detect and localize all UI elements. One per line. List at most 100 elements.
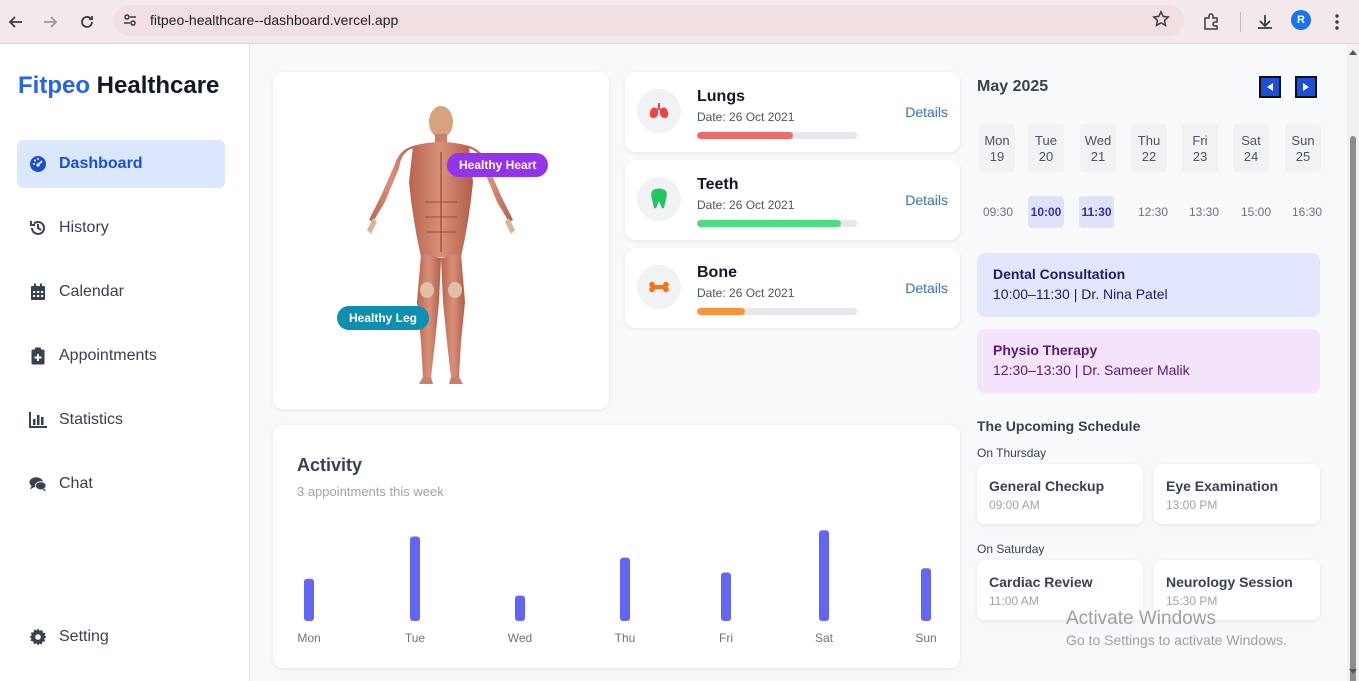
history-icon <box>29 219 47 237</box>
watermark-line2: Go to Settings to activate Windows. <box>1066 632 1287 648</box>
page-scrollbar[interactable] <box>1347 44 1359 681</box>
teeth-details-link[interactable]: Details <box>905 192 948 208</box>
upcoming-item-title: Eye Examination <box>1166 478 1279 494</box>
activity-bar-sun <box>921 568 931 621</box>
sidebar-item-history[interactable]: History <box>17 204 225 252</box>
bone-details-link[interactable]: Details <box>905 280 948 296</box>
calendar-day[interactable]: Sat 24 <box>1233 124 1269 172</box>
scroll-down-icon[interactable] <box>1347 666 1359 676</box>
address-bar[interactable]: fitpeo-healthcare--dashboard.vercel.app <box>114 5 1184 36</box>
sidebar-item-label: Statistics <box>59 411 124 428</box>
appointment-title: Physio Therapy <box>993 342 1098 358</box>
activity-card: Activity 3 appointments this week Mon Tue… <box>273 425 960 668</box>
browser-toolbar: fitpeo-healthcare--dashboard.vercel.app … <box>0 0 1359 44</box>
sidebar-item-chat[interactable]: Chat <box>17 460 225 508</box>
brand-logo[interactable]: Fitpeo Healthcare <box>18 72 219 100</box>
calendar-day[interactable]: Fri 23 <box>1182 124 1218 172</box>
upcoming-item[interactable]: Eye Examination 13:00 PM <box>1154 464 1320 524</box>
bookmark-star-icon[interactable] <box>1152 10 1170 33</box>
organ-progress-bar <box>697 132 857 139</box>
day-name: Wed <box>1084 133 1112 148</box>
time-slot-selected[interactable]: 10:00 <box>1028 196 1064 228</box>
calendar-day[interactable]: Sun 25 <box>1285 124 1321 172</box>
day-name: Thu <box>1137 133 1161 148</box>
lungs-details-link[interactable]: Details <box>905 104 948 120</box>
day-number: 25 <box>1295 149 1311 164</box>
bone-icon <box>637 265 681 309</box>
day-number: 21 <box>1090 149 1106 164</box>
day-number: 24 <box>1243 149 1259 164</box>
day-name: Sat <box>1241 133 1261 148</box>
time-slot-selected[interactable]: 11:30 <box>1079 196 1114 228</box>
activity-axis-label: Tue <box>405 631 426 645</box>
upcoming-item-time: 13:00 PM <box>1166 498 1218 512</box>
activity-axis-label: Sat <box>815 631 834 645</box>
gear-icon <box>29 628 47 646</box>
day-number: 22 <box>1141 149 1157 164</box>
time-slot[interactable]: 12:30 <box>1134 196 1172 228</box>
calendar-day[interactable]: Tue 20 <box>1028 124 1064 172</box>
healthy-heart-tag[interactable]: Healthy Heart <box>447 153 549 177</box>
reload-icon[interactable] <box>75 10 99 34</box>
organ-card-lungs: Lungs Date: 26 Oct 2021 Details <box>625 72 960 152</box>
scrollbar-thumb[interactable] <box>1350 136 1356 681</box>
watermark-line1: Activate Windows <box>1066 608 1216 629</box>
activity-bar-sat <box>819 530 829 621</box>
appointment-physio[interactable]: Physio Therapy 12:30–13:30 | Dr. Sameer … <box>977 329 1320 393</box>
organ-name: Bone <box>697 264 737 281</box>
activity-bar-chart: Mon Tue Wed Thu Fri Sat Sun <box>297 530 937 645</box>
profile-avatar[interactable]: R <box>1291 10 1311 30</box>
upcoming-item[interactable]: General Checkup 09:00 AM <box>977 464 1143 524</box>
windows-activation-watermark: Activate Windows Go to Settings to activ… <box>1066 608 1287 648</box>
scroll-up-icon[interactable] <box>1347 48 1359 58</box>
activity-bar-mon <box>304 578 314 621</box>
calendar-day[interactable]: Wed 21 <box>1080 124 1116 172</box>
organ-name: Teeth <box>697 176 739 193</box>
url-text: fitpeo-healthcare--dashboard.vercel.app <box>150 12 399 28</box>
sidebar-item-label: Dashboard <box>59 155 143 172</box>
back-arrow-icon[interactable] <box>4 10 28 34</box>
organ-card-bone: Bone Date: 26 Oct 2021 Details <box>625 248 960 328</box>
sidebar-item-calendar[interactable]: Calendar <box>17 268 225 316</box>
upcoming-item-title: General Checkup <box>989 478 1105 494</box>
activity-bar-fri <box>721 572 731 621</box>
calendar-prev-button[interactable] <box>1259 76 1281 98</box>
organ-progress-bar <box>697 220 857 227</box>
sidebar: Fitpeo Healthcare Dashboard History Cale… <box>0 44 250 681</box>
sidebar-item-setting[interactable]: Setting <box>17 613 225 661</box>
time-slot[interactable]: 16:30 <box>1288 196 1326 228</box>
activity-axis-label: Thu <box>615 631 636 645</box>
brand-part2: Healthcare <box>96 72 220 99</box>
organ-date: Date: 26 Oct 2021 <box>697 110 795 124</box>
activity-axis-label: Sun <box>915 631 936 645</box>
human-anatomy-figure <box>367 106 515 384</box>
day-name: Tue <box>1035 133 1057 148</box>
forward-arrow-icon[interactable] <box>38 10 62 34</box>
calendar-day[interactable]: Mon 19 <box>979 124 1015 172</box>
day-name: Mon <box>984 133 1010 148</box>
time-slot[interactable]: 13:30 <box>1185 196 1223 228</box>
next-triangle-icon <box>1303 83 1309 91</box>
activity-bar-tue <box>410 536 420 621</box>
appointment-title: Dental Consultation <box>993 266 1126 282</box>
more-menu-icon[interactable] <box>1325 10 1349 34</box>
appointment-dental[interactable]: Dental Consultation 10:00–11:30 | Dr. Ni… <box>977 253 1320 317</box>
downloads-icon[interactable] <box>1253 10 1277 34</box>
time-slot[interactable]: 09:30 <box>979 196 1017 228</box>
sidebar-item-dashboard[interactable]: Dashboard <box>17 140 225 188</box>
sidebar-item-appointments[interactable]: Appointments <box>17 332 225 380</box>
upcoming-item-title: Neurology Session <box>1166 574 1293 590</box>
sidebar-item-label: Setting <box>59 628 109 645</box>
calendar-day[interactable]: Thu 22 <box>1131 124 1167 172</box>
organ-progress-bar <box>697 308 857 315</box>
calendar-next-button[interactable] <box>1295 76 1317 98</box>
activity-bar-wed <box>515 595 525 621</box>
site-settings-icon[interactable] <box>122 12 138 33</box>
day-number: 19 <box>989 149 1005 164</box>
extensions-puzzle-icon[interactable] <box>1199 10 1223 34</box>
sidebar-item-statistics[interactable]: Statistics <box>17 396 225 444</box>
toolbar-divider <box>1240 12 1241 32</box>
time-slot[interactable]: 15:00 <box>1237 196 1275 228</box>
sidebar-item-label: Calendar <box>59 283 124 300</box>
healthy-leg-tag[interactable]: Healthy Leg <box>337 306 430 330</box>
